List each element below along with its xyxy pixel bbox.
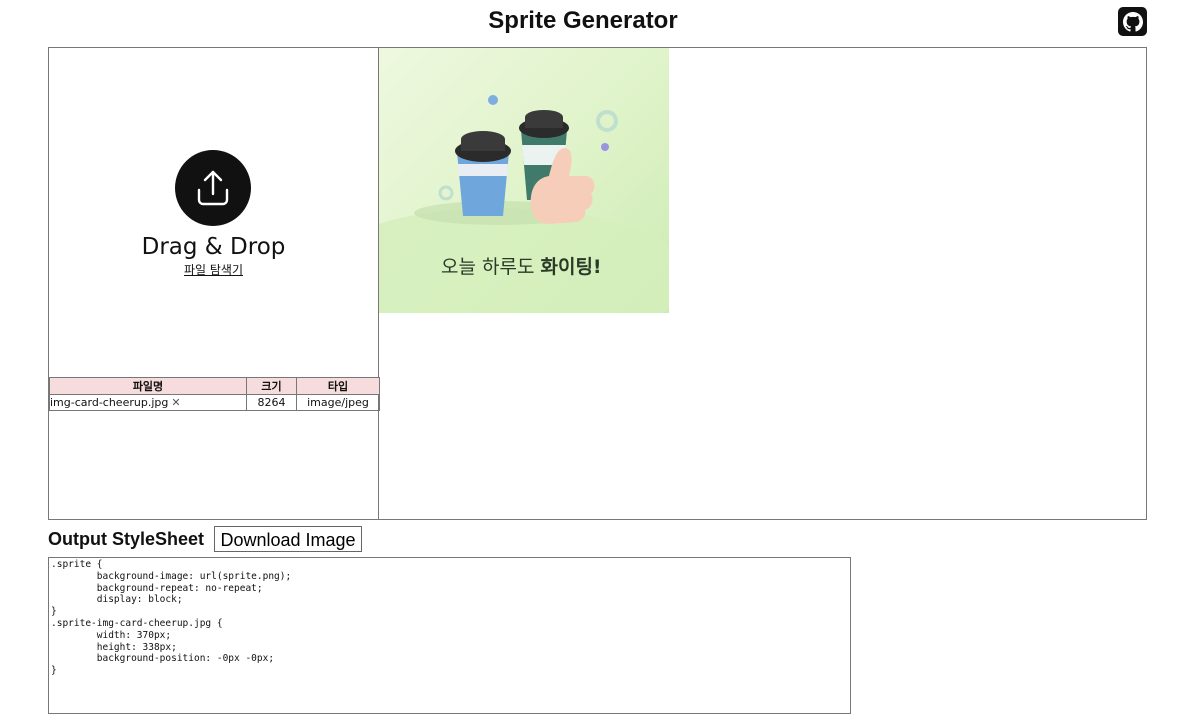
github-link[interactable]	[1118, 7, 1147, 36]
output-stylesheet-label: Output StyleSheet	[48, 529, 205, 549]
drop-zone[interactable]: Drag & Drop 파일 탐색기	[49, 48, 378, 378]
preview-caption: 오늘 하루도	[441, 256, 540, 278]
close-icon[interactable]: ✕	[171, 396, 180, 409]
file-size-cell: 8264	[246, 394, 297, 411]
upload-button[interactable]	[175, 150, 251, 226]
sprite-preview-area: 오늘 하루도 화이팅!	[379, 48, 1146, 519]
file-name: img-card-cheerup.jpg	[50, 396, 169, 409]
column-header-size: 크기	[246, 377, 297, 395]
cheerup-illustration: 오늘 하루도 화이팅!	[379, 95, 669, 313]
file-table: 파일명 크기 타입 img-card-cheerup.jpg ✕ 8264 ima…	[49, 377, 380, 411]
svg-text:오늘 하루도 화이팅!: 오늘 하루도 화이팅!	[441, 256, 602, 278]
github-icon	[1122, 11, 1143, 32]
column-header-filename: 파일명	[49, 377, 247, 395]
left-panel: Drag & Drop 파일 탐색기 파일명 크기 타입 img-card-ch…	[49, 48, 380, 519]
file-name-cell: img-card-cheerup.jpg ✕	[49, 394, 247, 411]
preview-caption-bold: 화이팅!	[540, 256, 601, 278]
file-browser-link[interactable]: 파일 탐색기	[184, 263, 243, 277]
stylesheet-output[interactable]: .sprite { background-image: url(sprite.p…	[48, 557, 851, 714]
drag-drop-title: Drag & Drop	[141, 234, 286, 260]
file-type-cell: image/jpeg	[296, 394, 380, 411]
page-title: Sprite Generator	[488, 7, 678, 34]
table-row: img-card-cheerup.jpg ✕ 8264 image/jpeg	[49, 394, 380, 411]
workspace: Drag & Drop 파일 탐색기 파일명 크기 타입 img-card-ch…	[48, 47, 1147, 520]
browse-row: 파일 탐색기	[49, 262, 378, 278]
download-image-button[interactable]: Download Image	[214, 526, 362, 552]
table-header-row: 파일명 크기 타입	[49, 377, 380, 395]
sprite-image-preview: 오늘 하루도 화이팅!	[379, 48, 669, 313]
column-header-type: 타입	[296, 377, 380, 395]
upload-icon	[197, 170, 229, 206]
